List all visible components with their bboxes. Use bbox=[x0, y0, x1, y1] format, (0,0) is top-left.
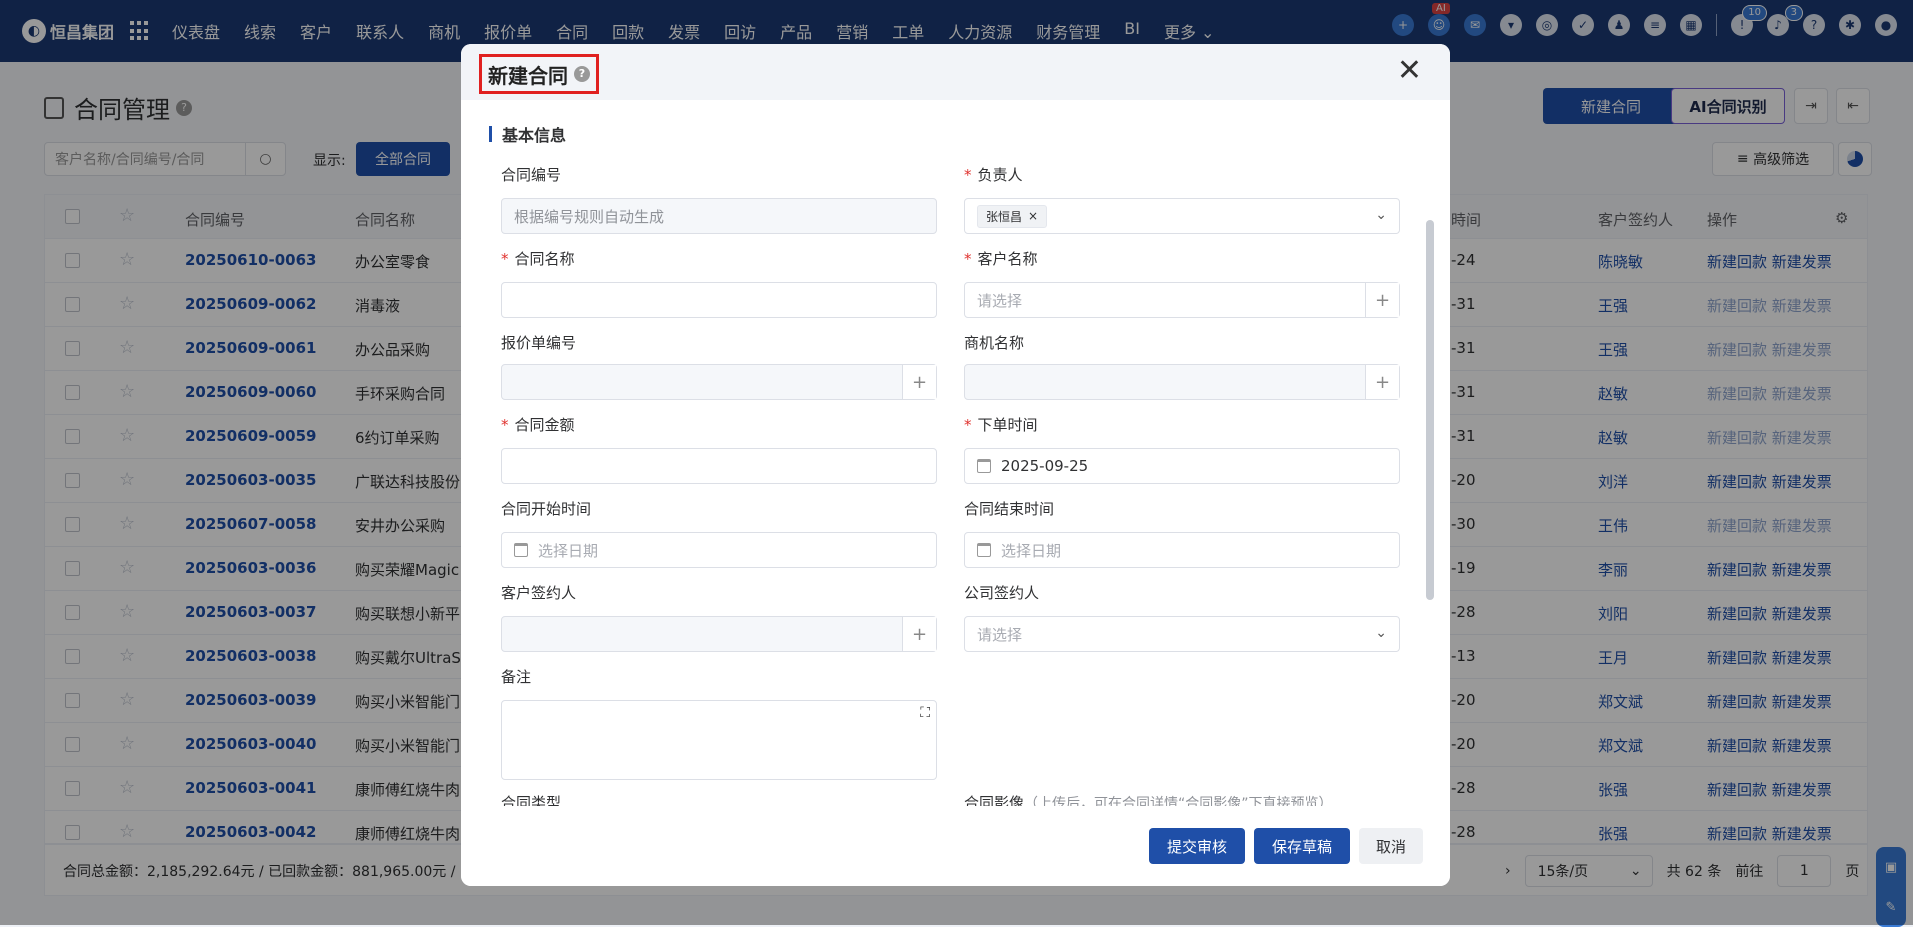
remark-label: 备注 bbox=[501, 668, 532, 686]
amount-label: * 合同金额 bbox=[501, 416, 575, 434]
company-signer-label: 公司签约人 bbox=[964, 584, 1040, 602]
order-time-datepicker[interactable]: 2025-09-25 bbox=[964, 448, 1400, 484]
calendar-icon bbox=[977, 543, 991, 557]
opportunity-input[interactable]: + bbox=[964, 364, 1400, 400]
add-signer-icon[interactable]: + bbox=[902, 617, 936, 651]
expand-icon[interactable]: ⛶ bbox=[920, 705, 930, 721]
chevron-down-icon: ⌄ bbox=[1375, 207, 1387, 223]
owner-label: * 负责人 bbox=[964, 166, 1023, 184]
amount-input[interactable] bbox=[501, 448, 937, 484]
dialog-title-text: 新建合同 bbox=[488, 63, 568, 88]
help-icon[interactable]: ? bbox=[574, 66, 590, 82]
dialog-title: 新建合同 ? bbox=[479, 54, 599, 94]
company-signer-select[interactable]: 请选择 ⌄ bbox=[964, 616, 1400, 652]
contract-name-label: * 合同名称 bbox=[501, 250, 575, 268]
chevron-down-icon: ⌄ bbox=[1375, 625, 1387, 641]
amount-label-text: 合同金额 bbox=[514, 416, 575, 434]
contract-name-label-text: 合同名称 bbox=[514, 250, 575, 268]
quote-no-input[interactable]: + bbox=[501, 364, 937, 400]
calendar-icon bbox=[514, 543, 528, 557]
owner-tag-text: 张恒昌 bbox=[986, 209, 1023, 224]
end-date-placeholder: 选择日期 bbox=[1001, 541, 1062, 560]
calendar-icon bbox=[977, 459, 991, 473]
company-signer-placeholder: 请选择 bbox=[977, 625, 1023, 644]
add-quote-icon[interactable]: + bbox=[902, 365, 936, 399]
customer-label: * 客户名称 bbox=[964, 250, 1038, 268]
contract-image-label: 合同影像（上传后，可在合同详情“合同影像”下直接预览） bbox=[964, 792, 1333, 806]
owner-select[interactable]: 张恒昌 × ⌄ bbox=[964, 198, 1400, 234]
start-date-placeholder: 选择日期 bbox=[538, 541, 599, 560]
contract-image-label-text: 合同影像 bbox=[964, 794, 1025, 806]
add-opportunity-icon[interactable]: + bbox=[1365, 365, 1399, 399]
submit-review-button[interactable]: 提交审核 bbox=[1149, 828, 1245, 864]
section-basic-info: 基本信息 bbox=[489, 122, 566, 146]
customer-placeholder: 请选择 bbox=[977, 291, 1023, 310]
save-draft-button[interactable]: 保存草稿 bbox=[1254, 828, 1350, 864]
opportunity-label: 商机名称 bbox=[964, 334, 1025, 352]
owner-label-text: 负责人 bbox=[977, 166, 1023, 184]
contract-no-label: 合同编号 bbox=[501, 166, 562, 184]
contract-no-placeholder: 根据编号规则自动生成 bbox=[514, 207, 665, 226]
add-customer-icon[interactable]: + bbox=[1365, 283, 1399, 317]
contract-type-label: 合同类型 bbox=[501, 794, 562, 806]
quote-no-label: 报价单编号 bbox=[501, 334, 577, 352]
customer-signer-label: 客户签约人 bbox=[501, 584, 577, 602]
dialog-scrollbar[interactable] bbox=[1426, 220, 1434, 600]
end-date-picker[interactable]: 选择日期 bbox=[964, 532, 1400, 568]
order-time-label: * 下单时间 bbox=[964, 416, 1038, 434]
start-time-label: 合同开始时间 bbox=[501, 500, 592, 518]
remark-textarea[interactable]: ⛶ bbox=[501, 700, 937, 780]
dialog-body: 基本信息 合同编号 根据编号规则自动生成 * 负责人 张恒昌 × ⌄ * 合同名称 *… bbox=[461, 100, 1436, 806]
new-contract-dialog: 新建合同 ? ✕ 基本信息 合同编号 根据编号规则自动生成 * 负责人 张恒昌 × … bbox=[461, 44, 1450, 886]
contract-name-input[interactable] bbox=[501, 282, 937, 318]
close-icon[interactable]: ✕ bbox=[1397, 56, 1422, 86]
cancel-button[interactable]: 取消 bbox=[1359, 828, 1423, 864]
dialog-header: 新建合同 ? ✕ bbox=[461, 44, 1450, 100]
customer-signer-input[interactable]: + bbox=[501, 616, 937, 652]
owner-tag: 张恒昌 × bbox=[977, 204, 1048, 228]
start-date-picker[interactable]: 选择日期 bbox=[501, 532, 937, 568]
customer-select[interactable]: 请选择 + bbox=[964, 282, 1400, 318]
order-time-value: 2025-09-25 bbox=[1001, 457, 1089, 475]
order-time-label-text: 下单时间 bbox=[977, 416, 1038, 434]
remove-tag-icon[interactable]: × bbox=[1028, 209, 1038, 223]
contract-image-hint: （上传后，可在合同详情“合同影像”下直接预览） bbox=[1024, 796, 1333, 806]
customer-label-text: 客户名称 bbox=[977, 250, 1038, 268]
contract-no-input: 根据编号规则自动生成 bbox=[501, 198, 937, 234]
dialog-footer: 提交审核 保存草稿 取消 bbox=[461, 806, 1450, 886]
end-time-label: 合同结束时间 bbox=[964, 500, 1055, 518]
